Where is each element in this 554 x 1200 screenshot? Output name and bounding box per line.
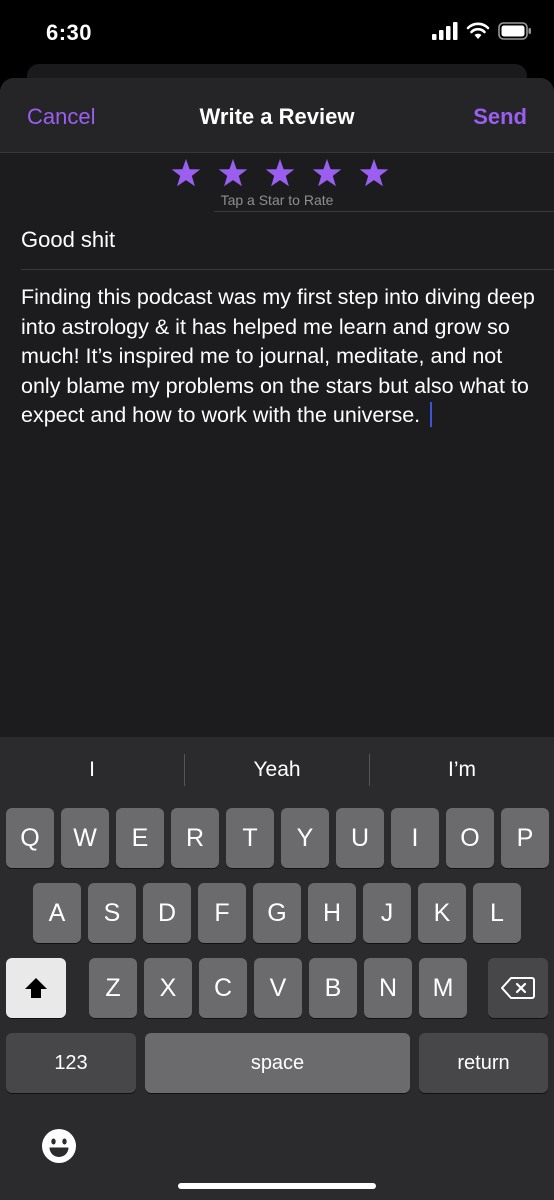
key-y[interactable]: Y [281,808,329,868]
wifi-icon [466,22,490,39]
star-5-icon[interactable] [356,156,392,192]
shift-key[interactable] [6,958,66,1018]
space-key[interactable]: space [145,1033,410,1093]
emoji-icon[interactable] [40,1127,78,1165]
key-n[interactable]: N [364,958,412,1018]
key-x[interactable]: X [144,958,192,1018]
star-1-icon[interactable] [168,156,204,192]
key-k[interactable]: K [418,883,466,943]
key-j[interactable]: J [363,883,411,943]
key-w[interactable]: W [61,808,109,868]
divider [21,269,554,270]
key-q[interactable]: Q [6,808,54,868]
battery-icon [498,22,531,40]
cellular-signal-icon [432,22,458,40]
star-2-icon[interactable] [215,156,251,192]
key-t[interactable]: T [226,808,274,868]
text-cursor [430,402,433,427]
key-g[interactable]: G [253,883,301,943]
key-i[interactable]: I [391,808,439,868]
key-a[interactable]: A [33,883,81,943]
key-z[interactable]: Z [89,958,137,1018]
suggestion-bar: I Yeah I’m [0,737,554,803]
suggestion-1[interactable]: I [0,758,184,782]
star-3-icon[interactable] [262,156,298,192]
stars-container [168,156,392,192]
key-e[interactable]: E [116,808,164,868]
shift-icon [25,978,47,998]
send-button[interactable]: Send [473,104,527,130]
review-body-field[interactable]: Finding this podcast was my first step i… [21,283,541,431]
key-b[interactable]: B [309,958,357,1018]
key-d[interactable]: D [143,883,191,943]
divider [214,211,554,212]
numbers-key[interactable]: 123 [6,1033,136,1093]
review-title-field[interactable]: Good shit [21,227,115,253]
key-s[interactable]: S [88,883,136,943]
key-p[interactable]: P [501,808,549,868]
status-bar: 6:30 [0,0,554,66]
key-r[interactable]: R [171,808,219,868]
key-l[interactable]: L [473,883,521,943]
key-h[interactable]: H [308,883,356,943]
key-u[interactable]: U [336,808,384,868]
home-indicator [178,1183,376,1189]
status-icons [432,22,532,40]
star-rating: Tap a Star to Rate [0,156,554,212]
star-4-icon[interactable] [309,156,345,192]
return-key[interactable]: return [419,1033,548,1093]
delete-key[interactable] [488,958,548,1018]
page-title: Write a Review [199,104,355,129]
key-m[interactable]: M [419,958,467,1018]
key-v[interactable]: V [254,958,302,1018]
navigation-bar: Cancel Write a Review Send [0,78,554,153]
key-o[interactable]: O [446,808,494,868]
key-c[interactable]: C [199,958,247,1018]
backspace-icon [501,977,535,999]
key-f[interactable]: F [198,883,246,943]
rating-hint: Tap a Star to Rate [220,192,334,208]
review-body-text: Finding this podcast was my first step i… [21,285,535,427]
suggestion-2[interactable]: Yeah [185,758,369,782]
suggestion-3[interactable]: I’m [370,758,554,782]
keyboard: I Yeah I’m QWERTYUIOPASDFGHJKLZXCVBNM 12… [0,737,554,1200]
status-time: 6:30 [46,20,93,45]
